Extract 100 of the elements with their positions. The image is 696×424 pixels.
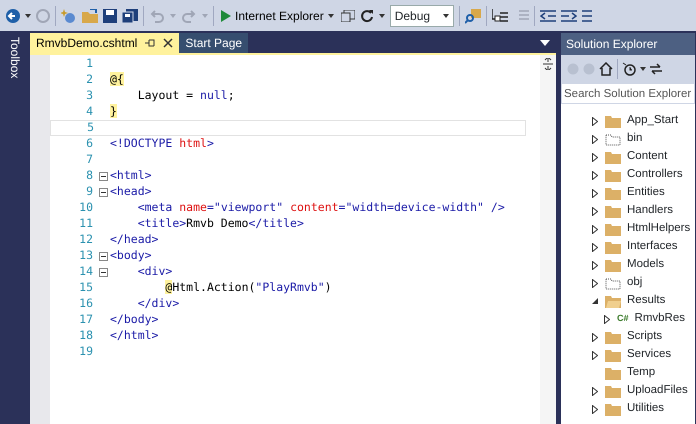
- tree-item[interactable]: Interfaces: [561, 238, 695, 256]
- collapsed-icon[interactable]: [592, 152, 598, 162]
- tree-item[interactable]: obj: [561, 274, 695, 292]
- code-line: </div>: [136, 295, 180, 312]
- collapse-icon[interactable]: [98, 252, 108, 260]
- folder-icon: [605, 366, 621, 380]
- document-tab[interactable]: RmvbDemo.cshtml: [30, 33, 180, 53]
- sync-icon[interactable]: [650, 63, 662, 75]
- find-icon[interactable]: [464, 8, 481, 24]
- split-icon[interactable]: [543, 58, 553, 70]
- play-icon[interactable]: [221, 10, 231, 22]
- collapse-icon[interactable]: [98, 268, 108, 276]
- tree-item[interactable]: Scripts: [561, 328, 695, 346]
- collapsed-icon[interactable]: [592, 386, 598, 396]
- collapsed-icon[interactable]: [592, 134, 598, 144]
- code-line: <html>: [109, 167, 152, 184]
- collapsed-icon[interactable]: [592, 242, 598, 252]
- tree-item[interactable]: HtmlHelpers: [561, 220, 695, 238]
- line-number: 16: [78, 295, 94, 312]
- pin-icon[interactable]: [145, 39, 156, 47]
- expanded-icon[interactable]: [592, 298, 598, 304]
- line-number: 11: [78, 215, 94, 232]
- code-line: </html>: [109, 327, 158, 344]
- folder-icon: [605, 240, 621, 254]
- tree-item[interactable]: Entities: [561, 184, 695, 202]
- caret-icon[interactable]: [328, 14, 334, 18]
- panel-title: Solution Explorer: [561, 33, 695, 55]
- code-line: <body>: [109, 247, 152, 264]
- folder-icon: [605, 204, 621, 218]
- collapsed-icon[interactable]: [592, 404, 598, 414]
- line-number: 13: [78, 247, 94, 264]
- folder-icon: [605, 222, 621, 236]
- tree-item[interactable]: Utilities: [561, 400, 695, 418]
- home-icon[interactable]: [599, 62, 613, 76]
- collapsed-icon[interactable]: [592, 224, 598, 234]
- collapse-icon[interactable]: [98, 188, 108, 196]
- document-tab[interactable]: Start Page: [179, 33, 248, 53]
- refresh-icon[interactable]: [360, 8, 374, 22]
- increase-indent-icon[interactable]: [560, 10, 577, 22]
- collapsed-icon[interactable]: [592, 116, 598, 126]
- folder-icon: [605, 348, 621, 362]
- collapsed-icon[interactable]: [592, 170, 598, 180]
- tree-item[interactable]: App_Start: [561, 112, 695, 130]
- collapsed-icon[interactable]: [592, 206, 598, 216]
- line-number: 8: [85, 167, 94, 184]
- save-all-icon[interactable]: [122, 8, 138, 22]
- file-type-label: C#: [617, 312, 629, 326]
- line-number: 6: [85, 135, 94, 152]
- folder-icon: [605, 384, 621, 398]
- browser-link-icon[interactable]: [340, 10, 355, 22]
- line-number: 14: [78, 263, 94, 280]
- dotted-folder-icon: [605, 276, 621, 290]
- tree-item[interactable]: Handlers: [561, 202, 695, 220]
- open-folder-icon: [605, 294, 621, 308]
- folder-icon: [605, 330, 621, 344]
- search-field[interactable]: Search Solution Explorer: [561, 83, 695, 104]
- decrease-indent-icon[interactable]: [540, 10, 556, 22]
- collapsed-icon[interactable]: [592, 332, 598, 342]
- code-line: <head>: [109, 183, 152, 200]
- code-line: <meta name="viewport" content="width=device-width" />: [136, 199, 505, 216]
- tree-item[interactable]: Models: [561, 256, 695, 274]
- tree-item[interactable]: UploadFiles: [561, 382, 695, 400]
- line-number: 18: [78, 327, 94, 344]
- tree-item[interactable]: Results: [561, 292, 695, 310]
- code-line: <title>Rmvb Demo</title>: [136, 215, 304, 232]
- run-button[interactable]: Internet Explorer: [219, 6, 336, 24]
- tab-list-icon[interactable]: [540, 40, 550, 46]
- line-number: 1: [85, 55, 94, 72]
- configuration-dropdown[interactable]: Debug: [390, 4, 454, 26]
- folder-icon: [605, 168, 621, 182]
- tree-item[interactable]: Services: [561, 346, 695, 364]
- folder-icon: [605, 150, 621, 164]
- collapsed-icon[interactable]: [592, 278, 598, 288]
- collapsed-icon[interactable]: [604, 314, 610, 324]
- collapsed-icon[interactable]: [592, 260, 598, 270]
- align-icon[interactable]: [582, 10, 592, 22]
- folder-icon: [605, 186, 621, 200]
- caret-icon[interactable]: [442, 14, 449, 18]
- tree-item[interactable]: Content: [561, 148, 695, 166]
- code-line: </body>: [109, 311, 158, 328]
- toolbox-tab[interactable]: Toolbox: [8, 37, 22, 424]
- line-number: 4: [85, 103, 94, 120]
- collapsed-icon[interactable]: [592, 350, 598, 360]
- history-icon[interactable]: [622, 62, 636, 76]
- caret-icon[interactable]: [378, 14, 385, 18]
- folder-icon: [605, 402, 621, 416]
- tree-item[interactable]: Controllers: [561, 166, 695, 184]
- caret-icon[interactable]: [25, 14, 31, 18]
- indent-icon[interactable]: [492, 8, 508, 22]
- folder-icon: [605, 258, 621, 272]
- tree-item[interactable]: C# RmvbRes: [561, 310, 695, 328]
- code-line: @Html.Action("PlayRmvb"): [164, 279, 332, 296]
- open-folder-icon[interactable]: [82, 8, 98, 22]
- collapse-icon[interactable]: [98, 172, 108, 180]
- close-icon[interactable]: [163, 38, 174, 48]
- tree-item[interactable]: Temp: [561, 364, 695, 382]
- tree-item[interactable]: bin: [561, 130, 695, 148]
- collapsed-icon[interactable]: [592, 188, 598, 198]
- save-icon[interactable]: [103, 8, 117, 22]
- caret-icon[interactable]: [640, 67, 646, 71]
